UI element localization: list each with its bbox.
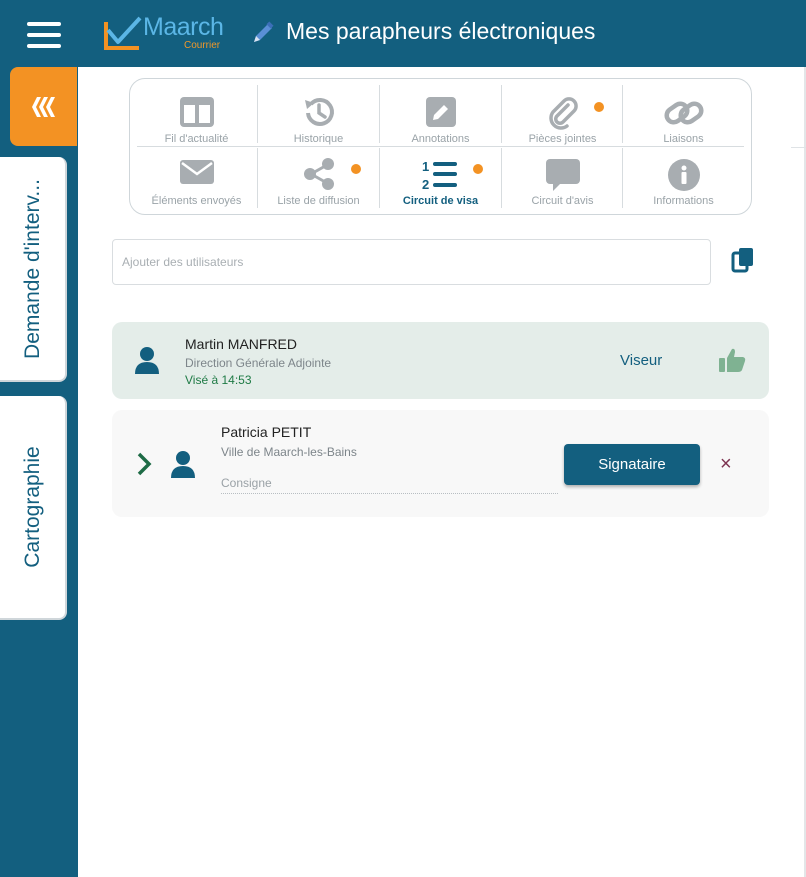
signataire-button[interactable]: Signataire (564, 444, 700, 485)
svg-text:2: 2 (422, 177, 429, 192)
rail-tab-label: Cartographie (20, 446, 44, 568)
rail-tab-label: Demande d'interv... (20, 178, 44, 359)
tab-annotations[interactable]: Annotations (380, 85, 501, 147)
liste-diffusion-badge (351, 164, 361, 174)
history-icon (304, 98, 334, 126)
top-bar: Maarch Courrier Mes parapheurs électroni… (0, 0, 806, 67)
rail-tab-cartographie[interactable]: Cartographie (0, 396, 67, 620)
info-icon (667, 159, 700, 191)
rail-active-tab[interactable] (10, 67, 77, 146)
visa-status: Visé à 14:53 (185, 373, 252, 387)
columns-icon (179, 97, 214, 127)
circuit-visa-badge (473, 164, 483, 174)
divider (791, 147, 806, 148)
thumbs-up-icon (719, 348, 746, 372)
user-entity: Direction Générale Adjointe (185, 356, 332, 370)
tab-circuit-avis[interactable]: Circuit d'avis (502, 147, 623, 209)
page-title: Mes parapheurs électroniques (286, 18, 596, 44)
remove-user-icon[interactable]: × (720, 454, 732, 474)
consigne-input[interactable] (221, 472, 558, 494)
visa-step-card: Martin MANFRED Direction Générale Adjoin… (112, 322, 769, 399)
pieces-jointes-badge (594, 102, 604, 112)
link-icon (663, 101, 704, 125)
tab-pieces-jointes[interactable]: Pièces jointes (502, 85, 623, 147)
logo-mark-icon (104, 16, 142, 50)
svg-text:1: 1 (422, 159, 429, 174)
stack-icon (32, 97, 55, 117)
maarch-logo[interactable]: Maarch Courrier (103, 12, 228, 54)
tab-fil-actualite[interactable]: Fil d'actualité (136, 85, 257, 147)
pen-icon (254, 21, 274, 42)
tab-informations[interactable]: Informations (623, 147, 744, 209)
rail-tab-demande[interactable]: Demande d'interv... (0, 157, 67, 382)
chevron-right-icon[interactable] (136, 451, 152, 477)
tab-historique[interactable]: Historique (258, 85, 379, 147)
user-icon (135, 347, 159, 374)
visa-step-card: Patricia PETIT Ville de Maarch-les-Bains… (112, 410, 769, 517)
user-name: Martin MANFRED (185, 336, 298, 352)
tab-circuit-visa[interactable]: 1 2 Circuit de visa (380, 147, 501, 209)
tab-liaisons[interactable]: Liaisons (623, 85, 744, 147)
logo-name: Maarch (143, 13, 224, 41)
comment-icon (545, 159, 580, 191)
user-entity: Ville de Maarch-les-Bains (221, 445, 357, 459)
tab-liste-diffusion[interactable]: Liste de diffusion (258, 147, 379, 209)
user-icon (171, 451, 195, 478)
numbered-list-icon: 1 2 (422, 159, 457, 192)
paperclip-icon (548, 97, 578, 130)
copy-icon[interactable] (729, 246, 757, 276)
role-label: Viseur (620, 352, 663, 369)
logo-subtitle: Courrier (184, 40, 221, 51)
menu-icon[interactable] (27, 22, 61, 48)
annotation-pencil-icon (425, 97, 456, 127)
add-users-input[interactable] (112, 239, 711, 285)
user-name: Patricia PETIT (221, 424, 312, 440)
tab-elements-envoyes[interactable]: Éléments envoyés (136, 147, 257, 209)
envelope-icon (179, 160, 214, 184)
share-icon (303, 158, 334, 190)
document-tabs-panel: Fil d'actualité Historique Annotations P… (129, 78, 752, 215)
